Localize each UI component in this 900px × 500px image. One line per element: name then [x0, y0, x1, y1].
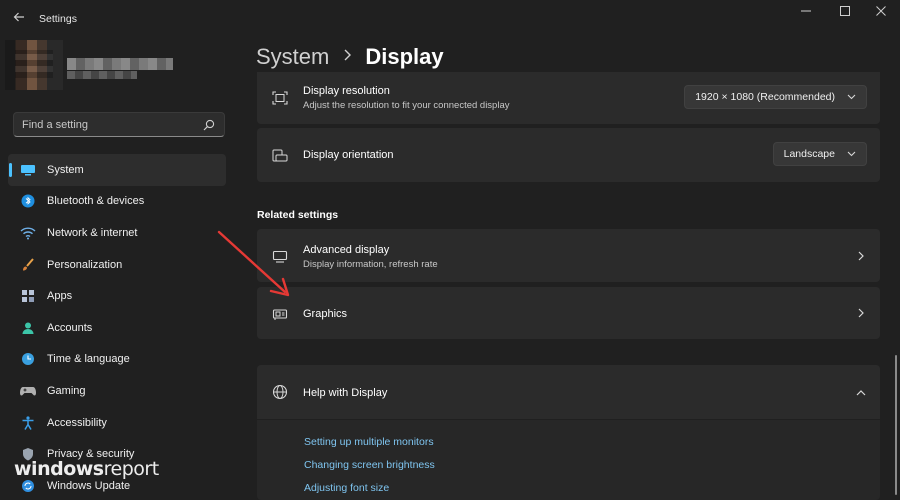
sidebar-item-label: Accounts [47, 321, 93, 334]
sidebar-item-label: System [47, 163, 84, 176]
page-title: Display [365, 44, 444, 69]
sidebar-item-label: Personalization [47, 258, 123, 271]
sidebar-item-label: Bluetooth & devices [47, 195, 145, 208]
title-bar: Settings [0, 0, 900, 38]
orientation-dropdown[interactable]: Landscape [772, 142, 867, 166]
scrollbar-thumb[interactable] [895, 355, 897, 495]
person-icon [20, 320, 36, 336]
sidebar-item-apps[interactable]: Apps [8, 280, 226, 312]
sidebar-item-label: Gaming [47, 384, 86, 397]
help-link-multiple-monitors[interactable]: Setting up multiple monitors [304, 436, 434, 448]
dropdown-value: 1920 × 1080 (Recommended) [695, 91, 835, 103]
monitor-icon [20, 162, 36, 178]
sidebar-nav: System Bluetooth & devices Network & int… [8, 154, 226, 500]
update-icon [20, 478, 36, 494]
sidebar-item-accessibility[interactable]: Accessibility [8, 407, 226, 439]
app-title: Settings [39, 13, 77, 25]
gamepad-icon [20, 383, 36, 399]
card-title: Advanced display [303, 244, 390, 256]
search-input[interactable]: Find a setting [13, 112, 225, 137]
pixelated-user-email [67, 71, 137, 79]
sidebar-item-personalization[interactable]: Personalization [8, 249, 226, 281]
orientation-icon [271, 146, 289, 164]
sidebar-item-network[interactable]: Network & internet [8, 217, 226, 249]
display-resolution-card[interactable]: Display resolution Adjust the resolution… [257, 72, 880, 124]
related-settings-heading: Related settings [257, 209, 339, 221]
maximize-button[interactable] [834, 6, 856, 20]
sidebar-item-label: Network & internet [47, 226, 138, 239]
annotation-arrow-icon [217, 230, 290, 297]
breadcrumb-parent[interactable]: System [256, 44, 329, 70]
graphics-card[interactable]: Graphics [257, 287, 880, 339]
help-links-panel: Setting up multiple monitors Changing sc… [257, 420, 880, 500]
sidebar-item-system[interactable]: System [8, 154, 226, 186]
globe-icon [271, 383, 289, 401]
brush-icon [20, 257, 36, 273]
user-profile[interactable] [5, 40, 175, 90]
sidebar-item-label: Accessibility [47, 416, 107, 429]
sidebar-item-time-language[interactable]: Time & language [8, 344, 226, 376]
close-button[interactable] [870, 6, 892, 20]
resolution-icon [271, 89, 289, 107]
graphics-card-icon [271, 305, 289, 323]
sidebar-item-label: Time & language [47, 353, 130, 366]
wifi-icon [20, 225, 36, 241]
sidebar-item-label: Apps [47, 290, 73, 303]
resolution-dropdown[interactable]: 1920 × 1080 (Recommended) [684, 85, 867, 109]
accessibility-icon [20, 415, 36, 431]
globe-clock-icon [20, 351, 36, 367]
chevron-right-icon [858, 308, 864, 318]
sidebar-item-accounts[interactable]: Accounts [8, 312, 226, 344]
chevron-down-icon [847, 94, 856, 100]
sidebar-item-label: Windows Update [47, 479, 131, 492]
search-icon [203, 119, 215, 131]
card-title: Help with Display [303, 387, 388, 399]
advanced-display-card[interactable]: Advanced display Display information, re… [257, 229, 880, 282]
dropdown-value: Landscape [783, 148, 835, 160]
sidebar-item-gaming[interactable]: Gaming [8, 375, 226, 407]
help-link-font-size[interactable]: Adjusting font size [304, 482, 389, 494]
breadcrumb: System Display [256, 44, 444, 70]
windowsreport-watermark-logo: windowsreport [14, 458, 159, 480]
bluetooth-icon [20, 193, 36, 209]
card-title: Display orientation [303, 149, 394, 161]
chevron-right-icon [858, 251, 864, 261]
pixelated-user-name [67, 58, 173, 70]
chevron-up-icon[interactable] [856, 388, 866, 398]
card-subtitle: Adjust the resolution to fit your connec… [303, 100, 510, 111]
back-arrow-icon[interactable] [10, 10, 28, 28]
display-orientation-card[interactable]: Display orientation Landscape [257, 128, 880, 182]
avatar [5, 40, 63, 90]
card-title: Display resolution [303, 85, 390, 97]
chevron-down-icon [847, 151, 856, 157]
search-placeholder: Find a setting [22, 119, 89, 131]
help-with-display-header[interactable]: Help with Display [257, 365, 880, 419]
minimize-button[interactable] [795, 6, 817, 20]
apps-grid-icon [20, 288, 36, 304]
card-title: Graphics [303, 308, 348, 320]
help-link-screen-brightness[interactable]: Changing screen brightness [304, 459, 435, 471]
card-subtitle: Display information, refresh rate [303, 259, 438, 270]
chevron-right-icon [343, 48, 352, 66]
sidebar-item-bluetooth[interactable]: Bluetooth & devices [8, 186, 226, 218]
selection-indicator [9, 163, 12, 177]
